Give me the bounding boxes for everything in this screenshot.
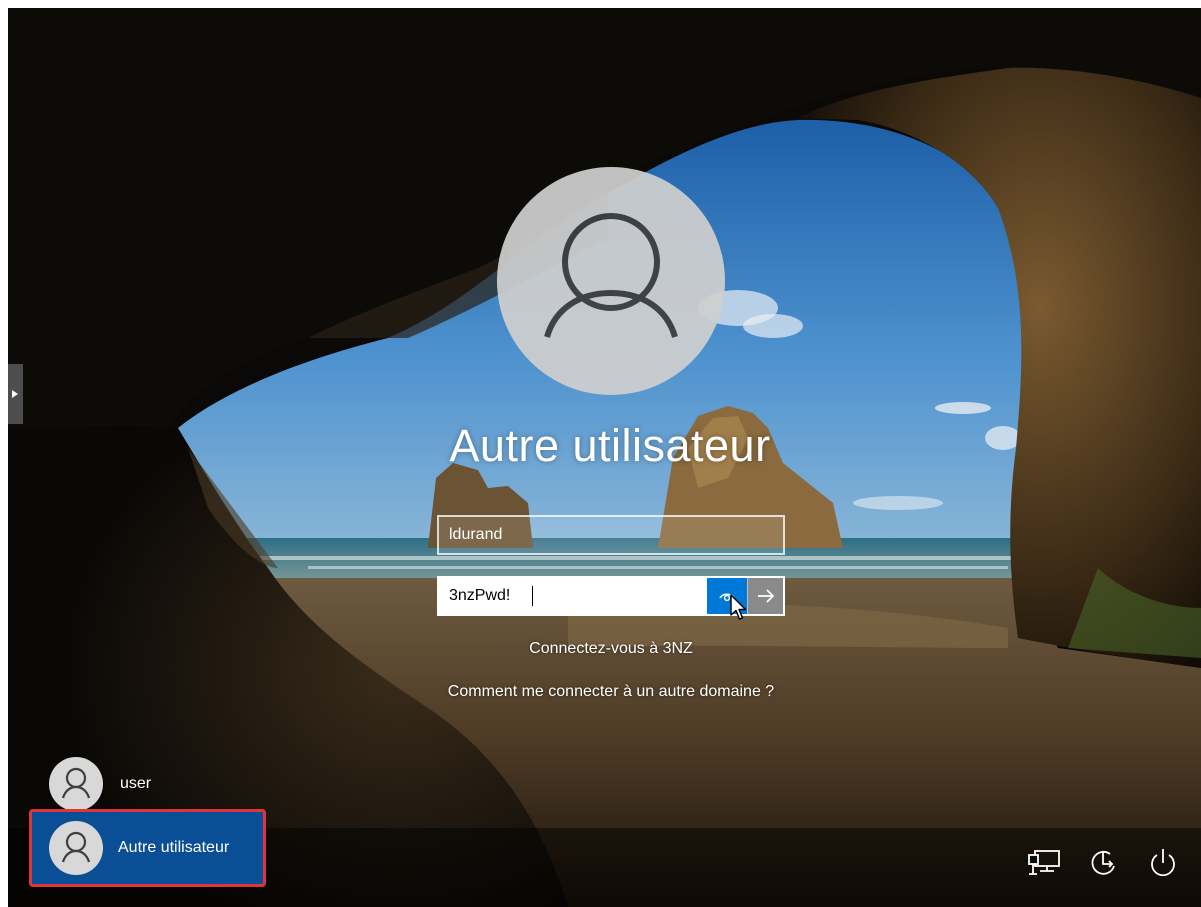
triangle-right-icon xyxy=(12,390,18,398)
mouse-pointer-icon xyxy=(730,594,747,620)
power-button[interactable] xyxy=(1143,843,1183,883)
other-domain-link[interactable]: Comment me connecter à un autre domaine … xyxy=(412,681,810,703)
user-tile-user[interactable]: user xyxy=(38,754,208,814)
user-name-title: Autre utilisateur xyxy=(449,420,771,471)
person-icon xyxy=(61,767,91,799)
text-caret xyxy=(532,586,533,606)
person-icon xyxy=(61,831,91,863)
avatar xyxy=(49,757,103,811)
power-icon xyxy=(1151,849,1175,877)
arrow-right-icon xyxy=(758,589,775,603)
lock-screen: Autre utilisateur Connectez-vous à 3NZ C… xyxy=(8,8,1201,907)
ease-of-access-icon xyxy=(1091,850,1115,875)
sign-in-domain-text: Connectez-vous à 3NZ xyxy=(529,640,693,657)
username-input[interactable] xyxy=(439,517,783,553)
user-tile-label: Autre utilisateur xyxy=(118,839,230,856)
side-panel-toggle[interactable] xyxy=(8,364,23,424)
username-field-frame xyxy=(437,515,785,555)
password-input[interactable] xyxy=(439,578,707,614)
user-avatar xyxy=(497,167,725,395)
submit-button[interactable] xyxy=(747,578,783,614)
avatar xyxy=(49,821,103,875)
user-tile-label: user xyxy=(120,775,152,792)
person-icon xyxy=(544,213,678,338)
ease-of-access-button[interactable] xyxy=(1083,843,1123,883)
user-tile-other-user[interactable]: Autre utilisateur xyxy=(29,809,266,887)
network-button[interactable] xyxy=(1024,843,1064,883)
network-icon xyxy=(1028,850,1060,875)
